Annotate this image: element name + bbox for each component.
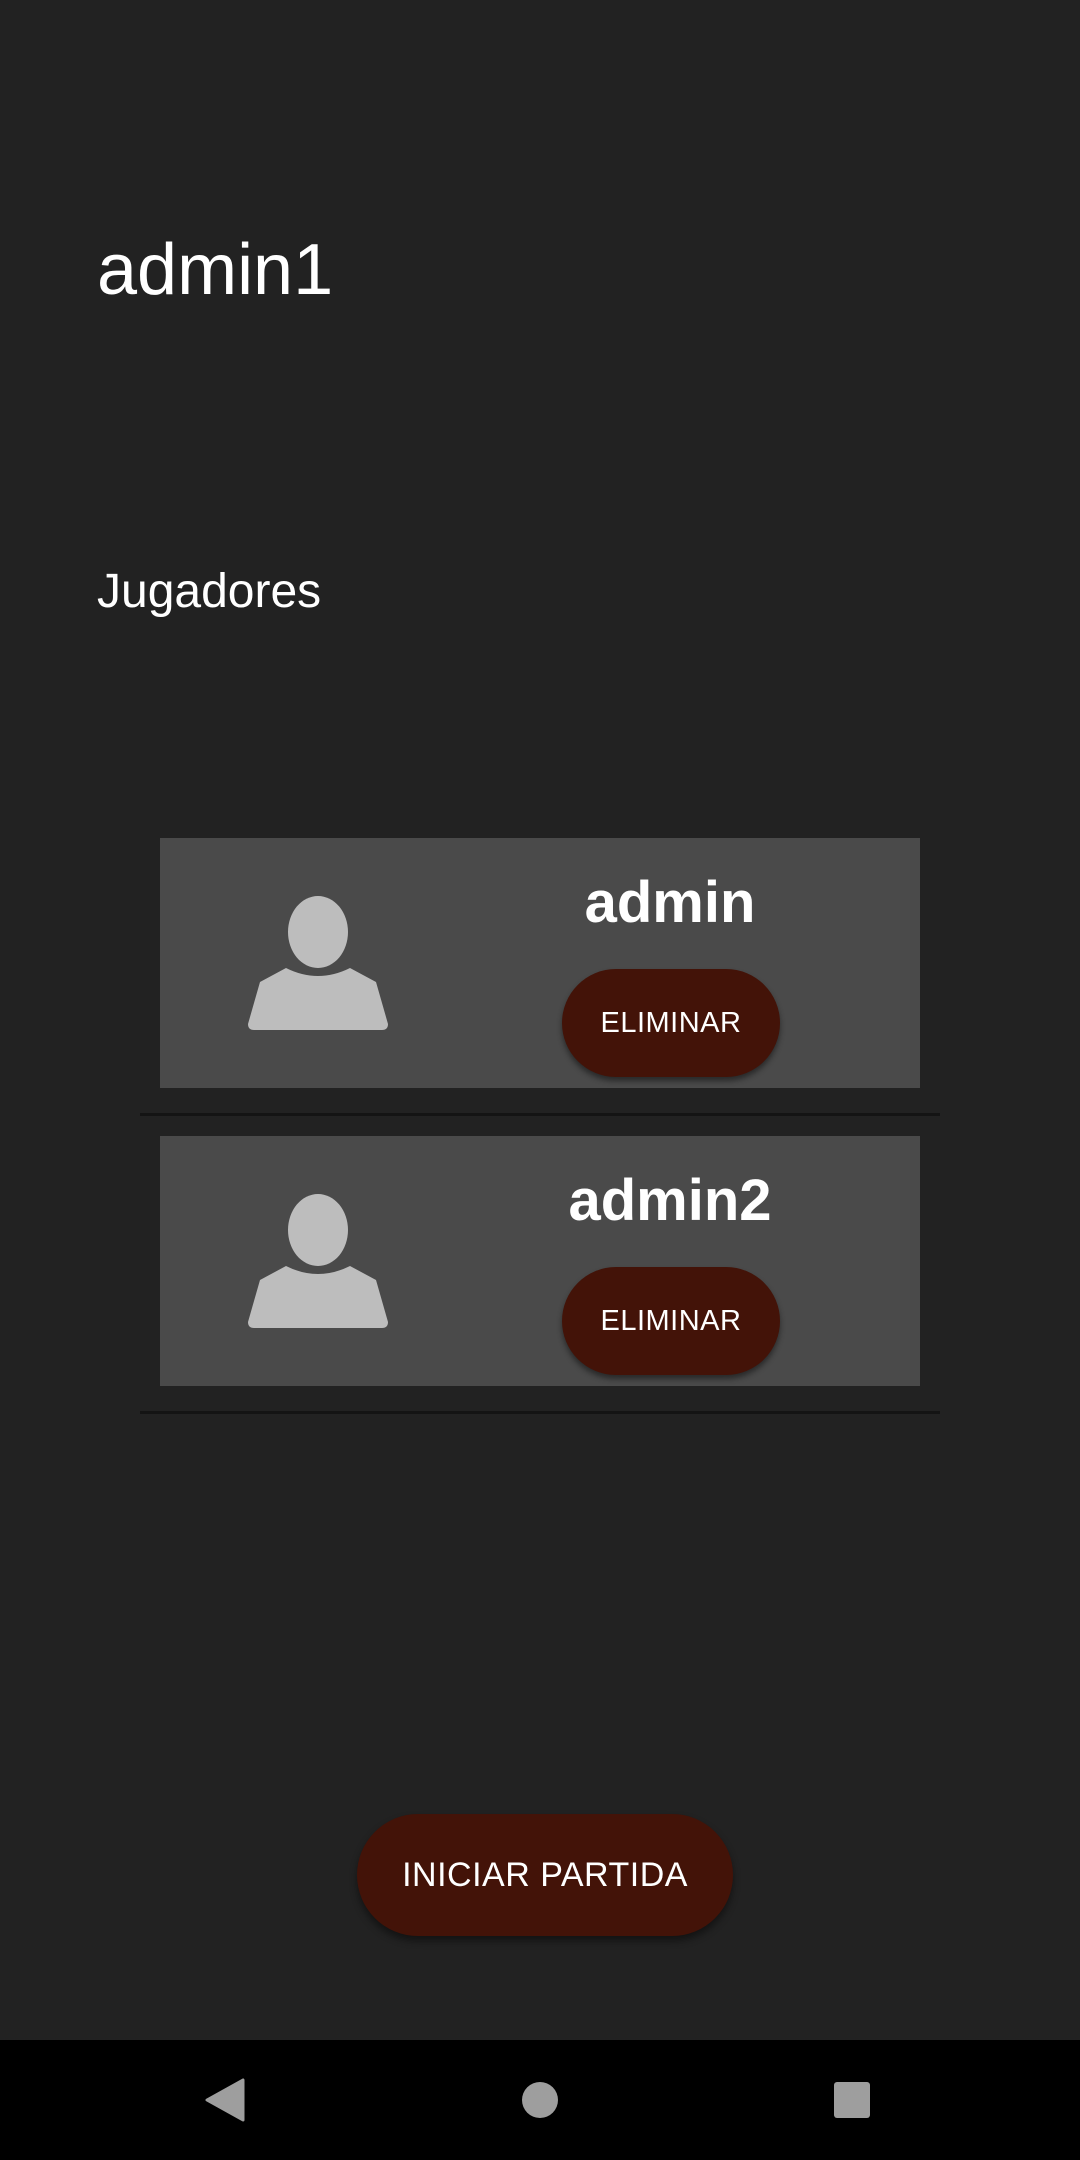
back-triangle-icon [205,2078,245,2122]
player-row: admin ELIMINAR [140,838,940,1136]
lobby-screen: admin1 Jugadores admin ELIMINAR admin2 E… [0,0,1080,2160]
row-divider [140,1113,940,1116]
start-game-button[interactable]: INICIAR PARTIDA [357,1814,733,1936]
player-name: admin [584,870,756,935]
recents-square-icon [834,2082,870,2118]
players-section-label: Jugadores [97,565,322,618]
player-list: admin ELIMINAR admin2 ELIMINAR [140,838,940,1434]
system-nav-bar [0,2040,1080,2160]
nav-home-button[interactable] [500,2060,580,2140]
player-name: admin2 [568,1168,772,1233]
remove-player-button[interactable]: ELIMINAR [562,969,780,1077]
home-circle-icon [522,2082,558,2118]
nav-back-button[interactable] [185,2060,265,2140]
player-card: admin ELIMINAR [160,838,920,1088]
page-title: admin1 [97,230,334,310]
nav-recents-button[interactable] [812,2060,892,2140]
person-icon [248,1194,388,1328]
player-row: admin2 ELIMINAR [140,1136,940,1434]
person-icon [248,896,388,1030]
player-card: admin2 ELIMINAR [160,1136,920,1386]
row-divider [140,1411,940,1414]
remove-player-button[interactable]: ELIMINAR [562,1267,780,1375]
